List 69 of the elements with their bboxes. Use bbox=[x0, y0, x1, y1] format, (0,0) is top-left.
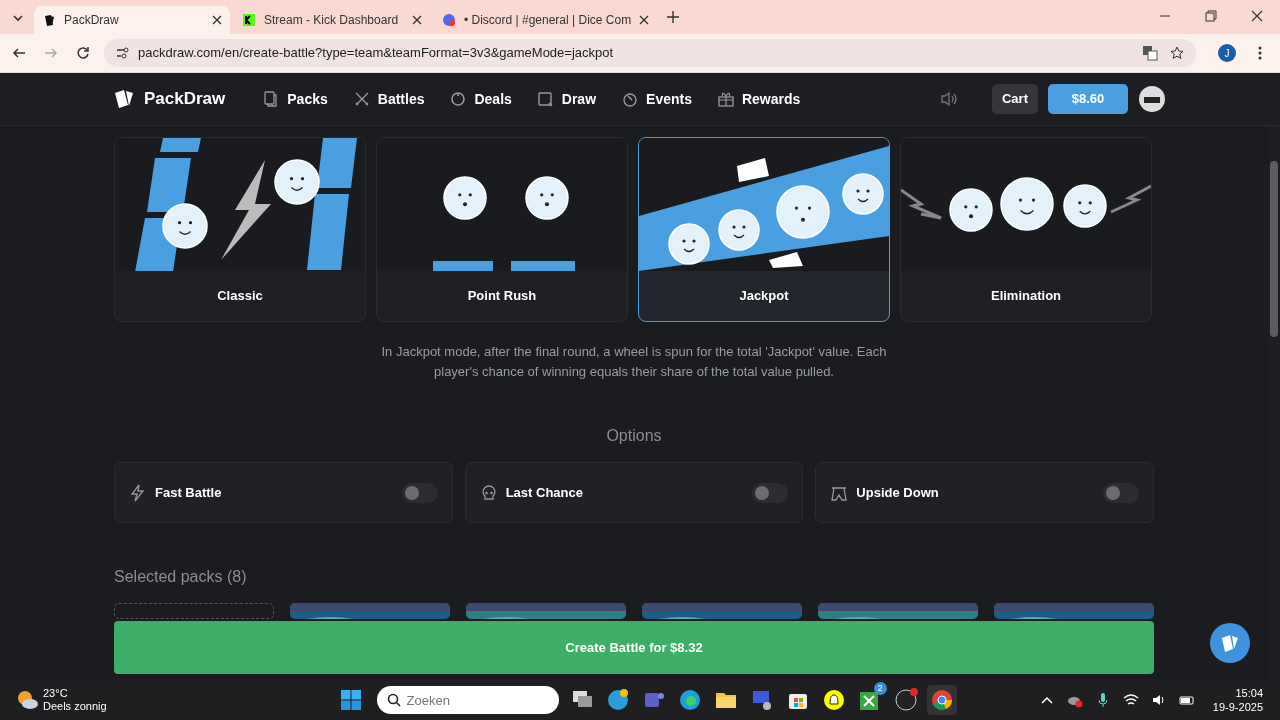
mode-label: Classic bbox=[217, 287, 263, 306]
mode-card[interactable]: Classic bbox=[114, 137, 366, 322]
start-icon[interactable] bbox=[340, 690, 361, 710]
toggle-switch[interactable] bbox=[1103, 482, 1139, 503]
kick-icon bbox=[242, 13, 256, 27]
profile-avatar[interactable]: J bbox=[1218, 44, 1236, 62]
reload-icon[interactable] bbox=[76, 46, 90, 60]
nav-link[interactable]: Packs bbox=[263, 88, 328, 110]
menu-icon[interactable] bbox=[1258, 46, 1262, 60]
browser-tab[interactable]: Stream - Kick Dashboard bbox=[234, 6, 430, 34]
nav-link[interactable]: Deals bbox=[450, 88, 512, 110]
mode-card[interactable]: Point Rush bbox=[376, 137, 628, 322]
close-icon[interactable] bbox=[639, 15, 650, 25]
skull-icon bbox=[479, 483, 498, 502]
close-icon[interactable] bbox=[412, 15, 422, 25]
mode-card[interactable]: Elimination bbox=[900, 137, 1152, 322]
mode-card[interactable]: Jackpot bbox=[638, 137, 890, 322]
weather-icon[interactable] bbox=[15, 689, 39, 711]
site-settings-icon[interactable] bbox=[116, 47, 130, 59]
empty-pack-slot[interactable] bbox=[114, 603, 274, 619]
cards-icon bbox=[263, 91, 280, 107]
toggle-switch[interactable] bbox=[752, 482, 789, 503]
draw-icon bbox=[537, 91, 554, 107]
translate-icon[interactable] bbox=[1142, 45, 1158, 61]
clock-time[interactable]: 15:04 bbox=[1235, 686, 1263, 700]
wifi-icon[interactable] bbox=[1122, 692, 1139, 708]
option-label: Upside Down bbox=[856, 483, 939, 502]
clock-date[interactable]: 19-9-2025 bbox=[1212, 700, 1263, 714]
close-icon[interactable] bbox=[1251, 10, 1263, 22]
circle-icon bbox=[450, 91, 467, 107]
browser-tab[interactable]: • Discord | #general | Dice Com bbox=[434, 6, 658, 34]
browser-tab[interactable]: PackDraw bbox=[34, 6, 230, 34]
avatar-icon[interactable] bbox=[1138, 85, 1166, 113]
star-icon[interactable] bbox=[1170, 46, 1184, 60]
discord-icon bbox=[442, 13, 456, 27]
mode-label: Elimination bbox=[990, 287, 1062, 306]
cart-button[interactable]: Cart bbox=[992, 84, 1038, 114]
mode-label: Point Rush bbox=[467, 287, 537, 306]
nav-link[interactable]: Events bbox=[622, 88, 692, 110]
scrollbar-thumb[interactable] bbox=[1270, 161, 1278, 337]
temperature-text: 23°C bbox=[43, 687, 69, 700]
search-icon bbox=[386, 693, 401, 707]
cards-logo-icon bbox=[114, 89, 136, 109]
new-tab-icon[interactable] bbox=[667, 11, 680, 23]
section-title: Options bbox=[606, 426, 662, 446]
restore-icon[interactable] bbox=[1205, 10, 1217, 22]
notification-badge: 2 bbox=[873, 682, 887, 695]
mode-label: Jackpot bbox=[739, 287, 789, 306]
section-title: Selected packs (8) bbox=[114, 568, 247, 585]
mode-description: In Jackpot mode, after the final round, a wheel is spun for the total 'Jackpot' value. Each player's chance of winning equals their share of the total value pulled. bbox=[380, 343, 888, 381]
weather-text: Deels zonnig bbox=[43, 700, 107, 713]
chrome-icon[interactable] bbox=[929, 688, 954, 712]
toggle-switch[interactable] bbox=[401, 482, 438, 503]
nav-link[interactable]: Rewards bbox=[717, 88, 801, 110]
speaker-icon[interactable] bbox=[1150, 692, 1167, 708]
lightning-icon bbox=[129, 483, 147, 502]
swords-icon bbox=[353, 91, 370, 107]
nav-link[interactable]: Draw bbox=[537, 88, 597, 110]
cards-icon bbox=[1220, 634, 1240, 652]
search-field[interactable]: Zoeken bbox=[376, 686, 559, 714]
close-icon[interactable] bbox=[212, 15, 222, 25]
back-icon[interactable] bbox=[12, 46, 26, 60]
cards-icon bbox=[42, 13, 56, 27]
brand-name[interactable]: PackDraw bbox=[144, 86, 226, 112]
option-label: Last Chance bbox=[505, 483, 583, 502]
chat-button[interactable] bbox=[1210, 623, 1250, 663]
gift-icon bbox=[717, 91, 734, 107]
nav-link[interactable]: Battles bbox=[353, 88, 425, 110]
option-label: Fast Battle bbox=[155, 483, 222, 502]
